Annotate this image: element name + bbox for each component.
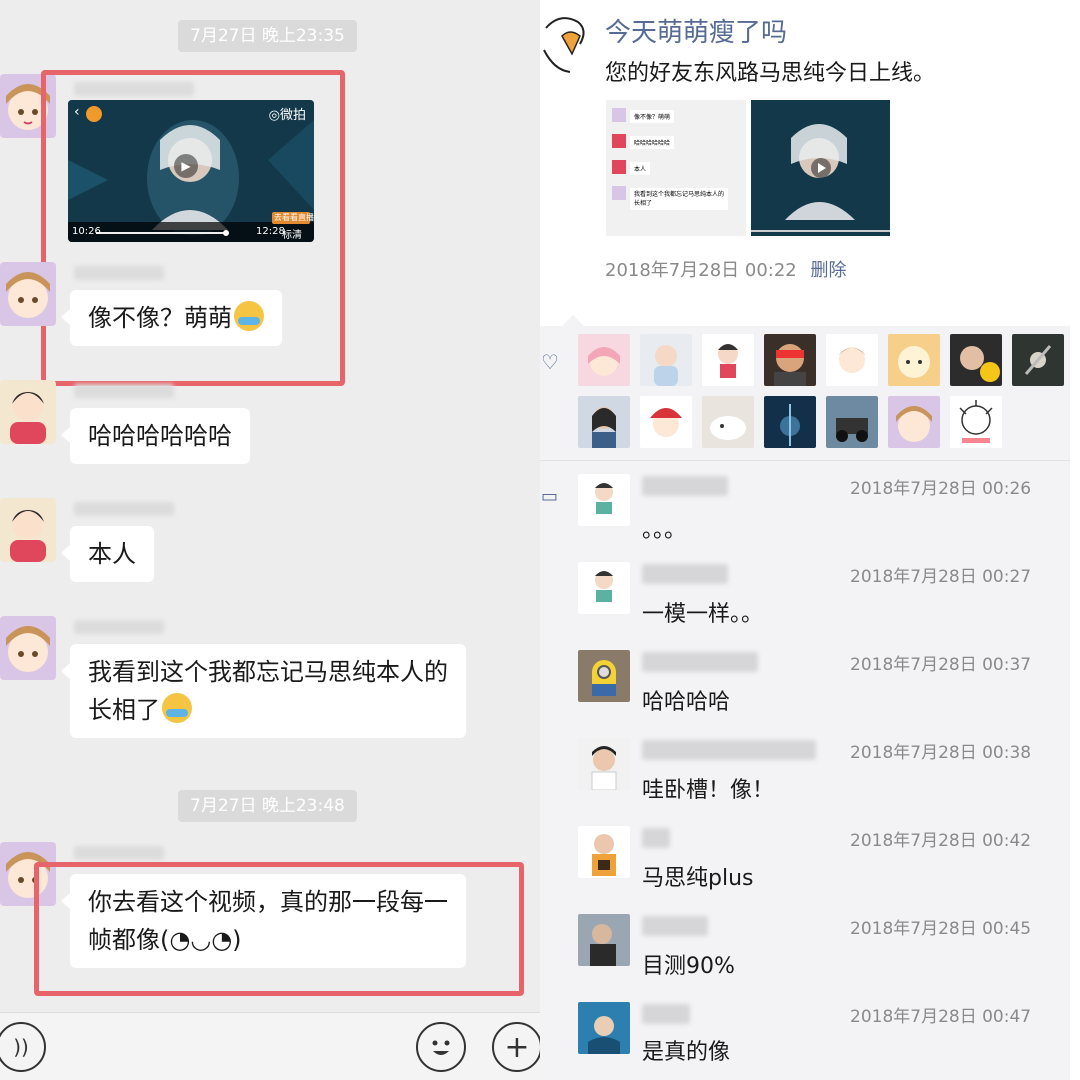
like-avatar[interactable] (702, 334, 754, 386)
poster-name[interactable]: 今天萌萌瘦了吗 (605, 12, 787, 49)
avatar[interactable] (0, 616, 56, 680)
chat-panel: 7月27日 晚上23:35 ‹ ◎微拍 ▶ 10:26 12:28 标清 去看看… (0, 0, 540, 1080)
timestamp-2: 7月27日 晚上23:48 (178, 790, 357, 822)
comment-text: 。。。 (642, 518, 687, 543)
comment-avatar[interactable] (578, 650, 630, 702)
like-avatar[interactable] (888, 334, 940, 386)
thumbnail-chat[interactable]: 像不像？萌萌 哈哈哈哈哈哈 本人 我看到这个我都忘记马思纯本人的 长相了 (606, 100, 746, 236)
message-bubble[interactable]: 像不像？萌萌 (61, 290, 282, 346)
comment-name (642, 740, 816, 760)
video-brand: ◎微拍 (268, 108, 306, 123)
comment-text: 是真的像 (642, 1040, 731, 1065)
comment-avatar[interactable] (578, 562, 630, 614)
thumb-line: 本人 (630, 162, 651, 175)
comment-icon: ▭ (541, 486, 559, 507)
video-message[interactable]: ‹ ◎微拍 ▶ 10:26 12:28 标清 去看看直播 (68, 100, 314, 242)
like-avatar[interactable] (640, 396, 692, 448)
like-avatar[interactable] (950, 396, 1002, 448)
thumb-line: 哈哈哈哈哈哈 (630, 136, 675, 149)
comment-name (642, 828, 670, 848)
emoji-button-icon[interactable] (416, 1022, 466, 1072)
comment-time: 2018年7月28日 00:45 (850, 919, 1032, 939)
comment-name (642, 564, 728, 584)
message-bubble[interactable]: 哈哈哈哈哈哈 (61, 408, 250, 464)
thumbnail-video[interactable] (751, 100, 890, 236)
video-time-end: 12:28 (256, 226, 285, 237)
laugh-cry-emoji-icon (162, 693, 192, 723)
comment-time: 2018年7月28日 00:26 (850, 479, 1032, 499)
like-avatar[interactable] (578, 396, 630, 448)
message-text: 哈哈哈哈哈哈 (88, 422, 232, 450)
comment-avatar[interactable] (578, 738, 630, 790)
plus-icon[interactable]: + (492, 1022, 540, 1072)
moment-date: 2018年7月28日 00:22 (605, 260, 797, 281)
comment-text: 哇卧槽！像！ (642, 778, 775, 803)
comment-text: 一模一样。。 (642, 602, 764, 627)
comment-avatar[interactable] (578, 826, 630, 878)
moment-text: 您的好友东风路马思纯今日上线。 (605, 61, 936, 86)
message-text-line1: 你去看这个视频，真的那一段每一 (88, 888, 448, 916)
comment-text: 马思纯plus (642, 866, 754, 891)
comment-text: 哈哈哈哈 (642, 690, 731, 715)
like-avatar[interactable] (578, 334, 630, 386)
heart-icon: ♡ (541, 350, 559, 374)
back-chevron-icon[interactable]: ‹ (74, 104, 80, 120)
comment-name (642, 476, 728, 496)
like-avatar[interactable] (888, 396, 940, 448)
sender-name (74, 620, 164, 634)
comment-avatar[interactable] (578, 474, 630, 526)
likes-divider (540, 460, 1070, 461)
moment-meta: 2018年7月28日 00:22 删除 (605, 256, 847, 282)
timestamp-1: 7月27日 晚上23:35 (178, 20, 357, 52)
sender-name (74, 846, 164, 860)
like-avatar[interactable] (950, 334, 1002, 386)
message-bubble[interactable]: 我看到这个我都忘记马思纯本人的 长相了 (61, 644, 466, 738)
message-text-line2: 长相了 (88, 696, 160, 724)
message-text-line1: 我看到这个我都忘记马思纯本人的 (88, 658, 448, 686)
comment-time: 2018年7月28日 00:37 (850, 655, 1032, 675)
message-text: 像不像？萌萌 (88, 304, 232, 332)
thumb-line-text: 长相了 (634, 200, 653, 207)
poster-avatar[interactable] (540, 10, 592, 76)
thumb-line: 我看到这个我都忘记马思纯本人的 长相了 (630, 188, 729, 210)
sender-name (74, 384, 174, 398)
comment-time: 2018年7月28日 00:47 (850, 1007, 1032, 1027)
message-text-line2: 帧都像(◔◡◔) (88, 926, 242, 954)
video-time-start: 10:26 (72, 226, 101, 237)
comment-text: 目测90% (642, 954, 735, 979)
delete-link[interactable]: 删除 (811, 260, 847, 281)
input-bar: )) + (0, 1012, 540, 1080)
comment-time: 2018年7月28日 00:42 (850, 831, 1032, 851)
laugh-cry-emoji-icon (234, 301, 264, 331)
video-tag[interactable]: 去看看直播 (274, 212, 314, 223)
message-bubble[interactable]: 你去看这个视频，真的那一段每一 帧都像(◔◡◔) (61, 874, 466, 968)
comment-name (642, 652, 758, 672)
comment-avatar[interactable] (578, 914, 630, 966)
sender-name (74, 502, 174, 516)
like-avatar[interactable] (764, 396, 816, 448)
thumb-line: 像不像？萌萌 (630, 110, 675, 123)
message-bubble[interactable]: 本人 (61, 526, 154, 582)
app-logo-icon (86, 106, 102, 122)
comment-name (642, 916, 708, 936)
thumb-line-text: 我看到这个我都忘记马思纯本人的 (634, 191, 725, 198)
like-avatar[interactable] (764, 334, 816, 386)
comment-avatar[interactable] (578, 1002, 630, 1054)
avatar[interactable] (0, 380, 56, 444)
video-quality[interactable]: 标清 (282, 226, 302, 241)
like-avatar[interactable] (826, 396, 878, 448)
message-text: 本人 (88, 540, 136, 568)
like-avatar[interactable] (702, 396, 754, 448)
sender-name (74, 266, 164, 280)
like-avatar[interactable] (1012, 334, 1064, 386)
like-avatar[interactable] (640, 334, 692, 386)
voice-icon[interactable]: )) (0, 1022, 46, 1072)
like-avatar[interactable] (826, 334, 878, 386)
comment-time: 2018年7月28日 00:27 (850, 567, 1032, 587)
comment-time: 2018年7月28日 00:38 (850, 743, 1032, 763)
avatar[interactable] (0, 498, 56, 562)
play-icon[interactable]: ▶ (174, 154, 198, 178)
comment-name (642, 1004, 690, 1024)
avatar[interactable] (0, 262, 56, 326)
